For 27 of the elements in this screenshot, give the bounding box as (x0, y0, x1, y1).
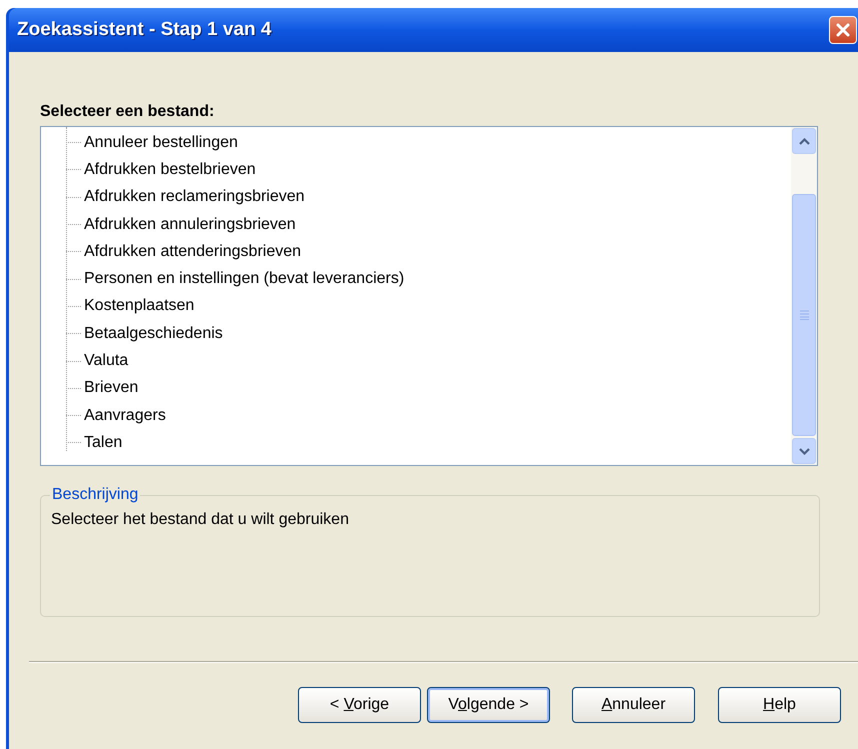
dialog-button[interactable]: Help (718, 687, 841, 723)
close-icon (835, 22, 851, 38)
tree-item[interactable]: Betaalgeschiedenis (83, 322, 224, 346)
tree-item[interactable]: Brieven (83, 376, 140, 400)
tree-item[interactable]: Afdrukken bestelbrieven (83, 158, 257, 182)
close-button[interactable] (829, 16, 857, 44)
tree-item[interactable]: Afdrukken annuleringsbrieven (83, 212, 297, 237)
group-legend: Beschrijving (50, 485, 140, 505)
scroll-thumb[interactable] (792, 194, 816, 436)
description-text: Selecteer het bestand dat u wilt gebruiken (50, 510, 350, 530)
scrollbar[interactable] (791, 127, 817, 465)
scroll-up-button[interactable] (792, 128, 816, 154)
tree-item[interactable]: Personen en instellingen (bevat leveranciers) (83, 267, 406, 292)
dialog-button[interactable]: Annuleer (572, 687, 695, 723)
tree-item[interactable]: Valuta (83, 349, 130, 374)
tree-item[interactable]: Annuleer bestellingen (83, 130, 239, 155)
tree-item[interactable]: Afdrukken reclameringsbrieven (83, 185, 306, 210)
grip-icon (800, 310, 808, 320)
tree-item[interactable]: Aanvragers (83, 404, 167, 428)
dialog-button[interactable]: Volgende > (427, 687, 550, 723)
heading: Selecteer een bestand: (40, 102, 216, 120)
tree-item[interactable]: Afdrukken attenderingsbrieven (83, 240, 302, 264)
window-title: Zoekassistent - Stap 1 van 4 (17, 18, 272, 42)
tree-item[interactable]: Kostenplaatsen (83, 294, 196, 318)
dialog-button[interactable]: < Vorige (298, 687, 421, 723)
scroll-down-button[interactable] (792, 438, 816, 464)
tree-item[interactable]: Talen (83, 430, 124, 455)
